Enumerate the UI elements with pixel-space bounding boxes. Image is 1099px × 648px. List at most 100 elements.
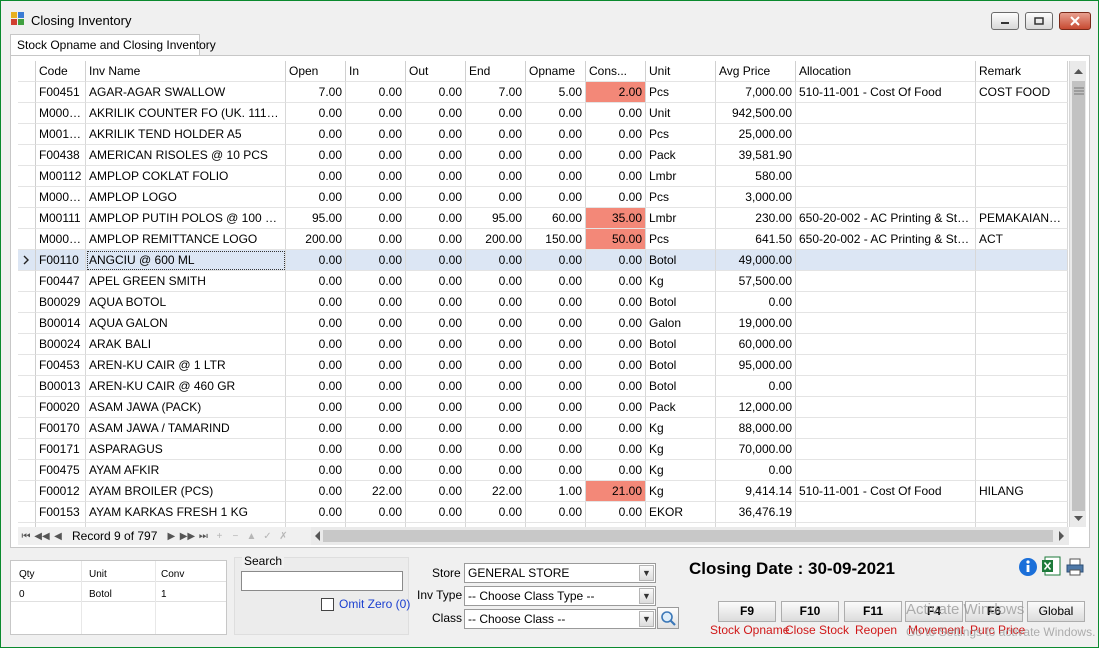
cell-inv-name[interactable]: AYAM KARKAS FRESH 1 KG: [86, 502, 286, 523]
cell-open[interactable]: 0.00: [286, 481, 346, 502]
vertical-scroll-thumb[interactable]: [1072, 81, 1085, 511]
cell-opname[interactable]: 0.00: [526, 502, 586, 523]
cell-unit[interactable]: Botol: [646, 376, 716, 397]
cell-in[interactable]: 0.00: [346, 271, 406, 292]
cell-avg-price[interactable]: 9,414.14: [716, 481, 796, 502]
cell-end[interactable]: 95.00: [466, 208, 526, 229]
cell-remark[interactable]: [976, 334, 1068, 355]
cell-in[interactable]: 0.00: [346, 397, 406, 418]
cell-unit[interactable]: Kg: [646, 439, 716, 460]
cell-remark[interactable]: [976, 460, 1068, 481]
table-row[interactable]: F00453 AREN-KU CAIR @ 1 LTR 0.00 0.00 0.00 0.…: [18, 355, 1068, 376]
cell-opname[interactable]: 60.00: [526, 208, 586, 229]
cell-opname[interactable]: 5.00: [526, 82, 586, 103]
next-record-icon[interactable]: ▶: [163, 531, 179, 542]
cell-code[interactable]: M00030: [36, 229, 86, 250]
search-input[interactable]: [241, 571, 403, 591]
cell-open[interactable]: 0.00: [286, 250, 346, 271]
cell-in[interactable]: 0.00: [346, 313, 406, 334]
cell-unit[interactable]: Pcs: [646, 187, 716, 208]
cell-cons[interactable]: 0.00: [586, 250, 646, 271]
table-row[interactable]: F00170 ASAM JAWA / TAMARIND 0.00 0.00 0.00 0.…: [18, 418, 1068, 439]
column-header-out[interactable]: Out: [406, 61, 466, 82]
column-header-unit[interactable]: Unit: [646, 61, 716, 82]
row-selector[interactable]: [18, 124, 36, 145]
cell-opname[interactable]: 0.00: [526, 250, 586, 271]
cell-remark[interactable]: ACT: [976, 229, 1068, 250]
cell-opname[interactable]: 0.00: [526, 145, 586, 166]
cell-inv-name[interactable]: AMPLOP COKLAT FOLIO: [86, 166, 286, 187]
cell-opname[interactable]: 0.00: [526, 334, 586, 355]
row-selector[interactable]: [18, 208, 36, 229]
cell-code[interactable]: F00012: [36, 481, 86, 502]
fkey-button-f11[interactable]: F11: [844, 601, 902, 622]
cell-allocation[interactable]: [796, 439, 976, 460]
cancel-edit-icon[interactable]: ✗: [275, 531, 291, 542]
cell-avg-price[interactable]: 88,000.00: [716, 418, 796, 439]
cell-inv-name[interactable]: AMPLOP PUTIH POLOS @ 100 LBR: [86, 208, 286, 229]
cell-cons[interactable]: 0.00: [586, 355, 646, 376]
cell-code[interactable]: F00110: [36, 250, 86, 271]
cell-remark[interactable]: [976, 502, 1068, 523]
cell-open[interactable]: 0.00: [286, 166, 346, 187]
column-header-open[interactable]: Open: [286, 61, 346, 82]
cell-inv-name[interactable]: AKRILIK TEND HOLDER A5: [86, 124, 286, 145]
cell-inv-name[interactable]: AGAR-AGAR SWALLOW: [86, 82, 286, 103]
cell-allocation[interactable]: [796, 271, 976, 292]
cell-opname[interactable]: 0.00: [526, 439, 586, 460]
inv-type-select[interactable]: -- Choose Class Type -- ▼: [464, 586, 656, 606]
cell-code[interactable]: F00171: [36, 439, 86, 460]
cell-out[interactable]: 0.00: [406, 355, 466, 376]
cell-avg-price[interactable]: 0.00: [716, 376, 796, 397]
cell-out[interactable]: 0.00: [406, 271, 466, 292]
cell-allocation[interactable]: [796, 313, 976, 334]
cell-out[interactable]: 0.00: [406, 502, 466, 523]
cell-inv-name[interactable]: AYAM AFKIR: [86, 460, 286, 481]
cell-end[interactable]: 0.00: [466, 376, 526, 397]
table-row[interactable]: M00112 AMPLOP COKLAT FOLIO 0.00 0.00 0.00 0.0…: [18, 166, 1068, 187]
cell-unit[interactable]: Botol: [646, 250, 716, 271]
cell-code[interactable]: B00029: [36, 292, 86, 313]
cell-inv-name[interactable]: AMPLOP REMITTANCE LOGO: [86, 229, 286, 250]
cell-end[interactable]: 0.00: [466, 355, 526, 376]
cell-cons[interactable]: 0.00: [586, 145, 646, 166]
cell-open[interactable]: 0.00: [286, 313, 346, 334]
cell-allocation[interactable]: 650-20-002 - AC Printing & Statio...: [796, 229, 976, 250]
cell-allocation[interactable]: 650-20-002 - AC Printing & Statio...: [796, 208, 976, 229]
cell-out[interactable]: 0.00: [406, 313, 466, 334]
cell-inv-name[interactable]: AMERICAN RISOLES @ 10 PCS: [86, 145, 286, 166]
cell-remark[interactable]: PEMAKAIAN DI ME: [976, 208, 1068, 229]
horizontal-scrollbar[interactable]: [311, 527, 1069, 545]
cell-end[interactable]: 0.00: [466, 166, 526, 187]
table-row[interactable]: F00438 AMERICAN RISOLES @ 10 PCS 0.00 0.00 0…: [18, 145, 1068, 166]
cell-inv-name[interactable]: ARAK BALI: [86, 334, 286, 355]
cell-open[interactable]: 0.00: [286, 271, 346, 292]
cell-inv-name[interactable]: AREN-KU CAIR @ 460 GR: [86, 376, 286, 397]
cell-allocation[interactable]: [796, 187, 976, 208]
cell-end[interactable]: 0.00: [466, 439, 526, 460]
row-selector[interactable]: [18, 229, 36, 250]
cell-cons[interactable]: 0.00: [586, 166, 646, 187]
cell-unit[interactable]: Botol: [646, 292, 716, 313]
cell-allocation[interactable]: [796, 460, 976, 481]
cell-cons[interactable]: 0.00: [586, 397, 646, 418]
cell-end[interactable]: 0.00: [466, 124, 526, 145]
cell-unit[interactable]: Lmbr: [646, 208, 716, 229]
table-row[interactable]: B00013 AREN-KU CAIR @ 460 GR 0.00 0.00 0.00 0…: [18, 376, 1068, 397]
row-selector[interactable]: [18, 187, 36, 208]
cell-remark[interactable]: [976, 355, 1068, 376]
class-search-button[interactable]: [657, 607, 679, 629]
column-header-allocation[interactable]: Allocation: [796, 61, 976, 82]
cell-remark[interactable]: [976, 103, 1068, 124]
column-header-end[interactable]: End: [466, 61, 526, 82]
cell-open[interactable]: 0.00: [286, 418, 346, 439]
cell-avg-price[interactable]: 942,500.00: [716, 103, 796, 124]
cell-unit[interactable]: Botol: [646, 355, 716, 376]
table-row[interactable]: B00024 ARAK BALI 0.00 0.00 0.00 0.00 0.00 0.00 B…: [18, 334, 1068, 355]
cell-in[interactable]: 0.00: [346, 292, 406, 313]
cell-avg-price[interactable]: 19,000.00: [716, 313, 796, 334]
cell-inv-name[interactable]: ASAM JAWA / TAMARIND: [86, 418, 286, 439]
cell-out[interactable]: 0.00: [406, 481, 466, 502]
table-row[interactable]: F00110 ANGCIU @ 600 ML 0.00 0.00 0.00 0.00 0.0…: [18, 250, 1068, 271]
fkey-button-f9[interactable]: F9: [718, 601, 776, 622]
